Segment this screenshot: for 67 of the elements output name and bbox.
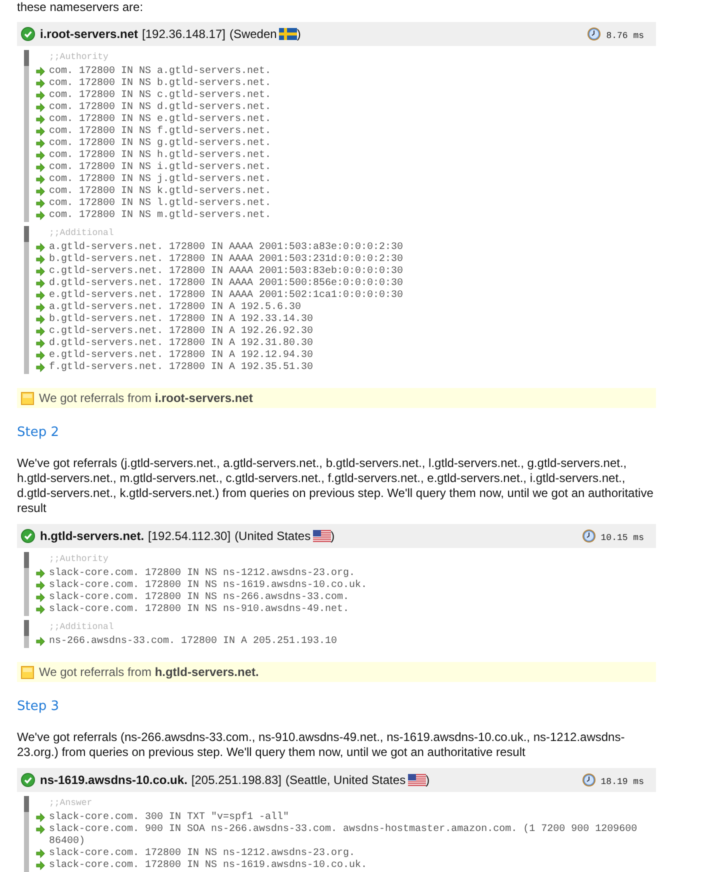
dns-record: com. 172800 IN NS k.gtld-servers.net. [49,186,272,198]
dns-record: com. 172800 IN NS m.gtld-servers.net. [49,210,272,222]
dns-record: b.gtld-servers.net. 172800 IN A 192.33.14.30 [49,314,314,326]
dns-record: c.gtld-servers.net. 172800 IN A 192.26.92.30 [49,326,314,338]
note-text: We got referrals from h.gtld-servers.net. [39,665,259,679]
step-heading: Step 2 [17,424,60,442]
dns-record: a.gtld-servers.net. 172800 IN A 192.5.6.30 [49,302,302,314]
dns-record: slack-core.com. 172800 IN NS ns-910.awsdns-49.net. [49,604,350,616]
server-address: [192.54.112.30] [148,529,231,543]
dns-record: slack-core.com. 172800 IN NS ns-1212.awsdns-23.org. [49,568,356,580]
step-description: We've got referrals (j.gtld-servers.net., a.gtld-servers.net., b.gtld-servers.net., l.gtld-servers.net., g.gtld-servers.net., h.gtld-servers.net., m.gtld-servers.net., c.gtld-servers.net., f.gtld-servers.net., e.gtld-servers.net., i.gtld-servers.net., d.gtld-servers.net., k.gtld-servers.net.) from queries on previous step. We'll query them now, until we got an authoritative result [17,456,654,516]
dns-record: com. 172800 IN NS d.gtld-servers.net. [49,102,272,114]
dns-record: com. 172800 IN NS c.gtld-servers.net. [49,90,272,102]
server-address: [192.36.148.17] [142,27,226,41]
step-heading: Step 3 [17,698,60,716]
dns-record: slack-core.com. 172800 IN NS ns-1619.awsdns-10.co.uk. [49,860,368,872]
dns-record: com. 172800 IN NS j.gtld-servers.net. [49,174,272,186]
dns-record: com. 172800 IN NS g.gtld-servers.net. [49,138,272,150]
clock-icon [582,529,596,543]
server-name: ns-1619.awsdns-10.co.uk. [40,773,188,787]
flag-icon [408,774,426,786]
step-description: We've got referrals (ns-266.awsdns-33.com., ns-910.awsdns-49.net., ns-1619.awsdns-10.co.uk., ns-1212.awsdns-23.org.) from queries on previous step. We'll query them now, until we got an authoritative result [17,730,626,760]
response-time: 10.15 ms [600,532,644,542]
dns-record: c.gtld-servers.net. 172800 IN AAAA 2001:503:83eb:0:0:0:0:30 [49,266,404,278]
response-time: 8.76 ms [606,30,644,40]
arrow-icon [36,637,45,646]
dns-record: b.gtld-servers.net. 172800 IN AAAA 2001:503:231d:0:0:0:2:30 [49,254,404,266]
dns-record: e.gtld-servers.net. 172800 IN AAAA 2001:502:1ca1:0:0:0:0:30 [49,290,404,302]
clock-icon [587,27,602,41]
dns-record: slack-core.com. 900 IN SOA ns-266.awsdns-33.com. awsdns-hostmaster.amazon.com. (1 7200 900 1209600 86400) [49,824,638,848]
server-location: (United States [234,529,311,543]
closing-parenthesis: ) [426,773,430,787]
clock-icon [582,773,596,787]
dns-record: d.gtld-servers.net. 172800 IN AAAA 2001:500:856e:0:0:0:0:30 [49,278,404,290]
note-text: We got referrals from i.root-servers.net [39,391,253,405]
dns-record: e.gtld-servers.net. 172800 IN A 192.12.94.30 [49,350,314,362]
server-location: (Sweden [229,27,277,41]
dns-record: com. 172800 IN NS a.gtld-servers.net. [49,66,272,78]
dns-record: slack-core.com. 172800 IN NS ns-266.awsdns-33.com. [49,592,350,604]
dns-record: slack-core.com. 300 IN TXT "v=spf1 -all" [49,812,290,824]
check-icon [21,529,35,543]
flag-icon [312,530,331,542]
check-icon [21,27,35,41]
dns-record: com. 172800 IN NS e.gtld-servers.net. [49,114,272,126]
response-time: 18.19 ms [600,776,644,786]
closing-parenthesis: ) [330,529,335,543]
intro-text: these nameservers are: [17,0,144,14]
closing-parenthesis: ) [296,27,301,41]
dns-record: a.gtld-servers.net. 172800 IN AAAA 2001:503:a83e:0:0:0:2:30 [49,242,404,254]
flag-icon [278,28,297,40]
dns-record: com. 172800 IN NS b.gtld-servers.net. [49,78,272,90]
check-icon [21,773,35,787]
dns-record: com. 172800 IN NS h.gtld-servers.net. [49,150,272,162]
note-icon [21,392,34,404]
note-icon [21,666,34,678]
dns-record: com. 172800 IN NS l.gtld-servers.net. [49,198,272,210]
dns-record: com. 172800 IN NS i.gtld-servers.net. [49,162,272,174]
dns-record: f.gtld-servers.net. 172800 IN A 192.35.51.30 [49,362,314,374]
dns-record: com. 172800 IN NS f.gtld-servers.net. [49,126,272,138]
dns-record: d.gtld-servers.net. 172800 IN A 192.31.80.30 [49,338,314,350]
dns-record: ns-266.awsdns-33.com. 172800 IN A 205.251.193.10 [49,636,338,648]
server-name: h.gtld-servers.net. [40,529,144,543]
dns-record: slack-core.com. 172800 IN NS ns-1212.awsdns-23.org. [49,848,356,860]
server-address: [205.251.198.83] [191,773,282,787]
server-location: (Seattle, United States [286,773,406,787]
dns-record: slack-core.com. 172800 IN NS ns-1619.awsdns-10.co.uk. [49,580,368,592]
server-name: i.root-servers.net [40,27,138,41]
